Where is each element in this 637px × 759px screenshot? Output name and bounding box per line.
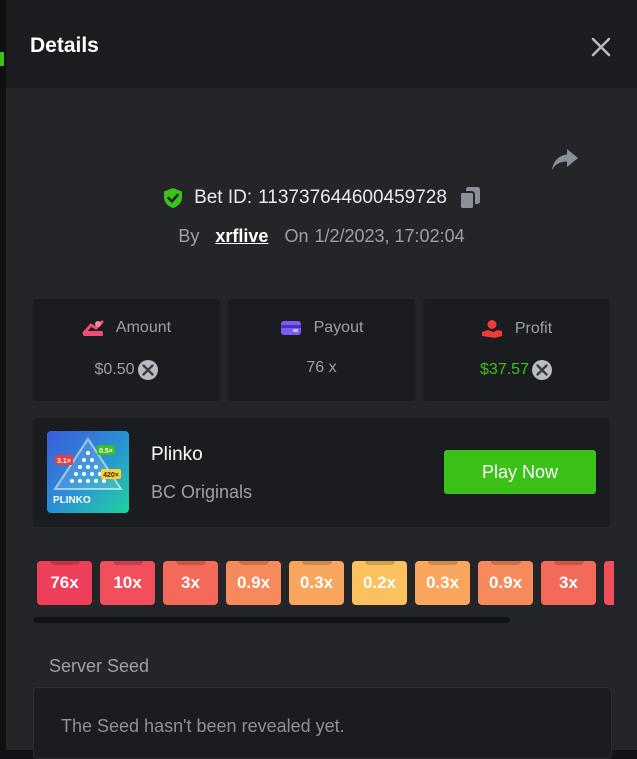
game-card: 3.1× 0.5× 420× PLINKO Plinko BC Original… [33,418,610,527]
share-icon[interactable] [551,146,579,172]
modal-header: Details [6,0,637,88]
by-label: By [178,226,200,246]
stat-payout-label: Payout [313,319,364,336]
stat-payout: Payout 76 x [228,299,415,401]
stat-profit-value: $37.57 [480,361,529,378]
multiplier-chip: 0.9x [478,561,533,605]
amount-icon [82,320,104,336]
multiplier-chip: 3x [541,561,596,605]
multiplier-chip: 3x [163,561,218,605]
verified-shield-icon [164,188,183,208]
stat-profit-label: Profit [514,320,553,337]
on-label: On [284,226,309,246]
bet-date: 1/2/2023, 17:02:04 [314,226,465,246]
multiplier-chip: 0.3x [289,561,344,605]
stat-amount: Amount $0.50 [33,299,220,401]
multiplier-chip: 0.3x [415,561,470,605]
thumb-badge: 420× [103,472,119,479]
bet-id-label: Bet ID: [194,187,253,208]
game-name: Plinko [151,444,203,465]
copy-icon[interactable] [458,186,481,210]
bet-meta-row: By xrflive On 1/2/2023, 17:02:04 [6,226,637,247]
profit-icon [481,320,502,338]
modal-title: Details [30,34,99,57]
multiplier-strip: 76x 10x 3x 0.9x 0.3x 0.2x 0.3x 0.9x 3x [37,561,614,605]
background-indicator [0,52,4,66]
coin-icon [531,360,552,380]
thumb-badge: 3.1× [57,458,71,465]
bet-stats: Amount $0.50 Payout 76 x Profit $37.57 [33,299,610,401]
play-now-button[interactable]: Play Now [444,450,596,494]
stat-amount-label: Amount [115,319,172,336]
server-seed-text: The Seed hasn't been revealed yet. [61,716,345,736]
coin-icon [137,360,158,380]
multiplier-chip: 0.9x [226,561,281,605]
plinko-thumbnail[interactable]: 3.1× 0.5× 420× PLINKO [47,431,129,513]
wallet-icon [280,321,301,335]
multiplier-chip [604,561,614,605]
thumb-badge: 0.5× [99,448,113,455]
stat-payout-value: 76 x [306,359,337,376]
server-seed-box: The Seed hasn't been revealed yet. [33,687,612,759]
multiplier-chip: 10x [100,561,155,605]
game-provider: BC Originals [151,482,253,502]
multiplier-chip: 0.2x [352,561,407,605]
close-icon[interactable] [588,34,614,60]
stat-amount-value: $0.50 [94,361,135,378]
multiplier-scrollbar[interactable] [33,617,510,623]
multiplier-chip: 76x [37,561,92,605]
bet-id-row: Bet ID: 113737644600459728 [6,186,637,210]
stat-profit: Profit $37.57 [423,299,610,401]
username-link[interactable]: xrflive [215,226,268,247]
server-seed-title: Server Seed [49,656,150,676]
bet-id-value: 113737644600459728 [258,187,447,208]
thumb-label: PLINKO [53,495,91,506]
details-modal: Details Bet ID: 113737644600459728 By xr… [6,0,637,759]
